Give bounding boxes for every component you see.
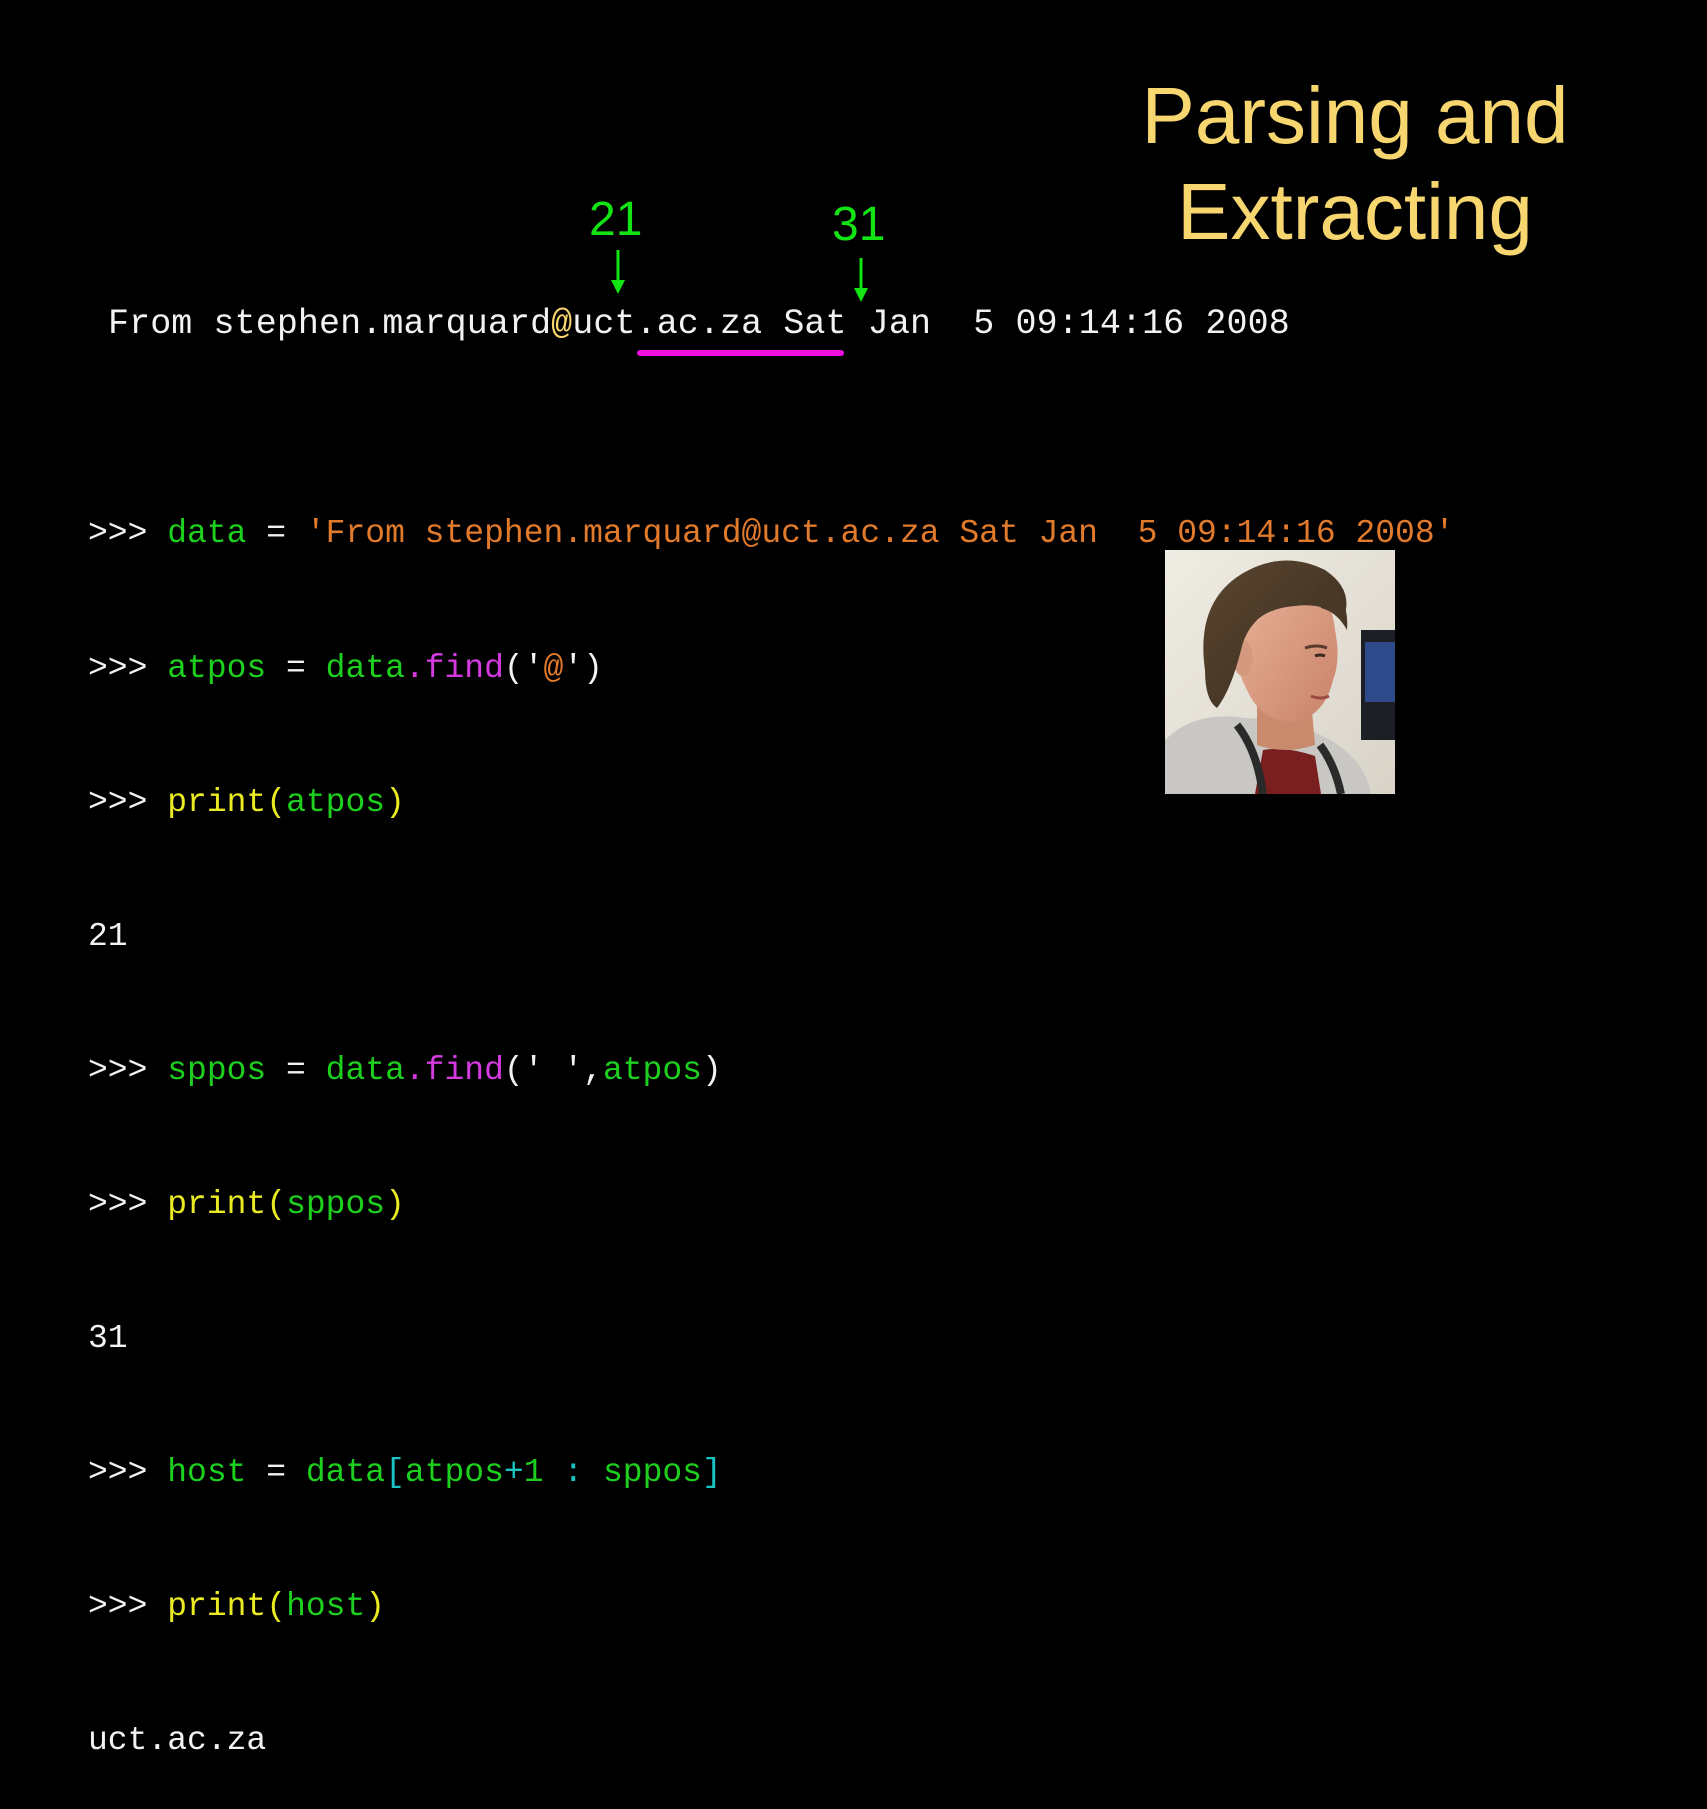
code-output-1: 21 xyxy=(88,917,128,955)
code-prompt: >>> xyxy=(88,1051,168,1089)
code-op: + xyxy=(503,1454,524,1492)
code-punct: ( xyxy=(266,1185,287,1223)
example-from-line: From stephen.marquard@uct.ac.za Sat Jan … xyxy=(108,300,1290,348)
code-var: atpos xyxy=(602,1051,702,1089)
code-method: .find xyxy=(404,1051,504,1089)
code-object: data xyxy=(305,1454,386,1492)
code-prompt: >>> xyxy=(88,783,168,821)
from-line-at-symbol: @ xyxy=(551,304,573,344)
code-punct: ) xyxy=(385,783,405,821)
from-line-host: uct.ac.za xyxy=(572,304,763,344)
portrait-icon xyxy=(1165,550,1395,794)
code-number: 1 xyxy=(523,1454,544,1492)
code-prompt: >>> xyxy=(88,1185,168,1223)
code-op: = xyxy=(266,1051,326,1089)
arrow-down-icon xyxy=(611,250,625,294)
code-print: print xyxy=(167,1185,267,1223)
code-op: = xyxy=(266,649,326,687)
code-print: print xyxy=(167,783,267,821)
slide-title-line1: Parsing and xyxy=(1141,71,1569,160)
code-var: sppos xyxy=(286,1185,386,1223)
at-index-marker: 21 xyxy=(589,193,643,246)
code-string: 'From stephen.marquard@uct.ac.za Sat Jan… xyxy=(305,515,1455,553)
code-print: print xyxy=(167,1588,267,1626)
code-var: data xyxy=(167,515,247,553)
from-line-after: Sat Jan 5 09:14:16 2008 xyxy=(762,304,1290,344)
code-punct: (' xyxy=(503,649,544,687)
code-punct: ) xyxy=(701,1051,722,1089)
arrow-down-icon xyxy=(854,258,868,302)
code-var: atpos xyxy=(286,783,386,821)
code-punct: ( xyxy=(266,783,287,821)
code-op: = xyxy=(246,515,306,553)
code-punct: ) xyxy=(385,1185,405,1223)
code-var: host xyxy=(286,1588,366,1626)
code-output-2: 31 xyxy=(88,1319,128,1357)
code-bracket: [ xyxy=(385,1454,405,1492)
code-line-5: >>> print(sppos) xyxy=(88,1183,1454,1228)
code-line-6: >>> host = data[atpos+1 : sppos] xyxy=(88,1451,1454,1496)
code-bracket: ] xyxy=(702,1454,722,1492)
code-prompt: >>> xyxy=(88,515,168,553)
code-punct: (' xyxy=(503,1051,544,1089)
code-string: @ xyxy=(543,649,564,687)
code-prompt: >>> xyxy=(88,649,168,687)
code-var: atpos xyxy=(404,1454,504,1492)
code-output-3: uct.ac.za xyxy=(88,1722,267,1760)
code-var: sppos xyxy=(602,1454,702,1492)
code-punct: ') xyxy=(563,649,603,687)
code-punct: ( xyxy=(266,1588,287,1626)
code-line-4: >>> sppos = data.find(' ',atpos) xyxy=(88,1049,1454,1094)
person-photo xyxy=(1165,550,1395,794)
host-underline xyxy=(637,350,844,356)
code-object: data xyxy=(325,1051,405,1089)
from-line-before-at: From stephen.marquard xyxy=(108,304,552,344)
slide-title: Parsing and Extracting xyxy=(1110,68,1600,260)
code-punct: ', xyxy=(563,1051,603,1089)
code-punct: ) xyxy=(365,1588,386,1626)
slide-title-line2: Extracting xyxy=(1177,167,1533,256)
code-prompt: >>> xyxy=(88,1454,168,1492)
space-index-marker: 31 xyxy=(832,198,886,251)
code-var: host xyxy=(167,1454,247,1492)
code-string xyxy=(544,1052,564,1089)
code-op: : xyxy=(543,1454,603,1492)
code-method: .find xyxy=(404,649,504,687)
code-prompt: >>> xyxy=(88,1588,168,1626)
code-object: data xyxy=(325,649,405,687)
code-op: = xyxy=(246,1454,306,1492)
code-line-7: >>> print(host) xyxy=(88,1585,1454,1630)
code-var: atpos xyxy=(167,649,267,687)
code-var: sppos xyxy=(167,1051,267,1089)
